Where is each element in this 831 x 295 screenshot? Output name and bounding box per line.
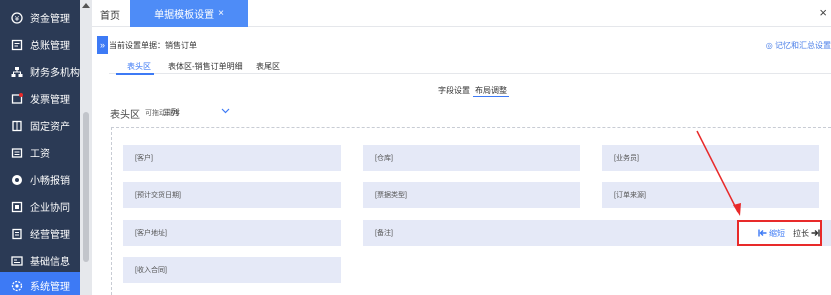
sidebar-item-salary[interactable]: 工资 bbox=[0, 139, 80, 166]
stretch-label: 拉长 bbox=[793, 228, 809, 238]
sidebar-item-label: 发票管理 bbox=[30, 95, 70, 106]
tab-home[interactable]: 首页 bbox=[100, 7, 120, 22]
field-customer[interactable]: [客户] bbox=[123, 145, 341, 171]
sidebar-scrollbar[interactable] bbox=[80, 0, 92, 295]
tab-footer-area[interactable]: 表尾区 bbox=[256, 61, 280, 72]
funds-icon: ¥ bbox=[10, 11, 24, 25]
field-expected-delivery[interactable]: [预计交货日期] bbox=[123, 182, 341, 208]
tab-body-area[interactable]: 表体区-销售订单明细 bbox=[168, 61, 243, 72]
shrink-button[interactable]: 缩短 bbox=[758, 228, 785, 239]
sidebar-item-invoice[interactable]: 发票管理 bbox=[0, 85, 80, 112]
sidebar-item-system[interactable]: 系统管理 bbox=[0, 272, 80, 295]
columns-value: 三列 bbox=[163, 108, 179, 117]
basic-info-icon bbox=[10, 254, 24, 268]
salary-icon bbox=[10, 146, 24, 160]
stretch-button[interactable]: 拉长 bbox=[793, 228, 820, 239]
reimburse-icon bbox=[10, 173, 24, 187]
active-subtab-indicator bbox=[473, 96, 509, 97]
close-icon[interactable]: × bbox=[218, 8, 224, 19]
asset-icon bbox=[10, 119, 24, 133]
sidebar-item-collab[interactable]: 企业协同 bbox=[0, 193, 80, 220]
sidebar-item-multi-org[interactable]: 财务多机构 bbox=[0, 58, 80, 85]
svg-text:¥: ¥ bbox=[15, 15, 20, 23]
sidebar-item-ledger[interactable]: 总账管理 bbox=[0, 31, 80, 58]
collab-icon bbox=[10, 200, 24, 214]
sidebar-item-operation[interactable]: 经营管理 bbox=[0, 220, 80, 247]
tab-label: 单据模板设置 bbox=[154, 10, 215, 21]
field-income-contract[interactable]: [收入合同] bbox=[123, 257, 341, 283]
sidebar: ¥ 资金管理 总账管理 财务多机构 发票管理 固定资产 工资 小畅报销 企业协同… bbox=[0, 0, 92, 295]
field-warehouse[interactable]: [仓库] bbox=[363, 145, 580, 171]
columns-select[interactable]: 三列 bbox=[163, 106, 233, 120]
area-title: 表头区 bbox=[110, 110, 140, 121]
chevron-down-icon bbox=[221, 108, 230, 114]
tab-field-settings[interactable]: 字段设置 bbox=[438, 85, 470, 96]
operation-icon bbox=[10, 227, 24, 241]
sidebar-item-basic-info[interactable]: 基础信息 bbox=[0, 247, 80, 274]
shrink-label: 缩短 bbox=[769, 228, 785, 238]
field-order-source[interactable]: [订单来源] bbox=[602, 182, 819, 208]
tab-bar: 首页 单据模板设置 × × bbox=[92, 0, 831, 27]
tab-header-area[interactable]: 表头区 bbox=[127, 61, 151, 72]
field-customer-address[interactable]: [客户地址] bbox=[123, 220, 341, 246]
ledger-icon bbox=[10, 38, 24, 52]
expand-icon[interactable]: » bbox=[97, 36, 108, 54]
shrink-arrow-icon bbox=[758, 229, 767, 237]
scrollbar-thumb[interactable] bbox=[83, 112, 89, 262]
window-close-icon[interactable]: × bbox=[819, 5, 827, 20]
scroll-up-icon[interactable] bbox=[82, 3, 90, 8]
sidebar-item-label: 小畅报销 bbox=[30, 176, 70, 187]
stretch-arrow-icon bbox=[811, 229, 820, 237]
field-salesperson[interactable]: [业务员] bbox=[602, 145, 819, 171]
sidebar-item-label: 总账管理 bbox=[30, 41, 70, 52]
section-tabs: 表头区 表体区-销售订单明细 表尾区 bbox=[109, 58, 831, 74]
sidebar-item-label: 固定资产 bbox=[30, 122, 70, 133]
memory-summary-link[interactable]: ◎ 记忆和汇总设置 bbox=[766, 40, 831, 51]
sidebar-item-label: 工资 bbox=[30, 149, 50, 160]
sidebar-item-label: 基础信息 bbox=[30, 257, 70, 268]
org-icon bbox=[10, 65, 24, 79]
sidebar-item-reimburse[interactable]: 小畅报销 bbox=[0, 166, 80, 193]
tab-template-settings[interactable]: 单据模板设置 × bbox=[130, 0, 248, 27]
resize-controls: 缩短 拉长 bbox=[737, 220, 822, 246]
invoice-icon bbox=[10, 92, 24, 106]
sidebar-item-funds[interactable]: ¥ 资金管理 bbox=[0, 4, 80, 31]
sidebar-item-label: 系统管理 bbox=[30, 282, 70, 293]
sidebar-item-label: 资金管理 bbox=[30, 14, 70, 25]
sidebar-item-label: 经营管理 bbox=[30, 230, 70, 241]
field-bill-type[interactable]: [票据类型] bbox=[363, 182, 580, 208]
active-tab-indicator bbox=[116, 73, 154, 75]
sidebar-item-label: 企业协同 bbox=[30, 203, 70, 214]
current-doc-label: 当前设置单据：销售订单 bbox=[109, 41, 197, 50]
settings-icon bbox=[10, 279, 24, 293]
sidebar-item-label: 财务多机构 bbox=[30, 68, 80, 79]
sidebar-item-assets[interactable]: 固定资产 bbox=[0, 112, 80, 139]
tab-layout-adjust[interactable]: 布局调整 bbox=[475, 85, 507, 96]
